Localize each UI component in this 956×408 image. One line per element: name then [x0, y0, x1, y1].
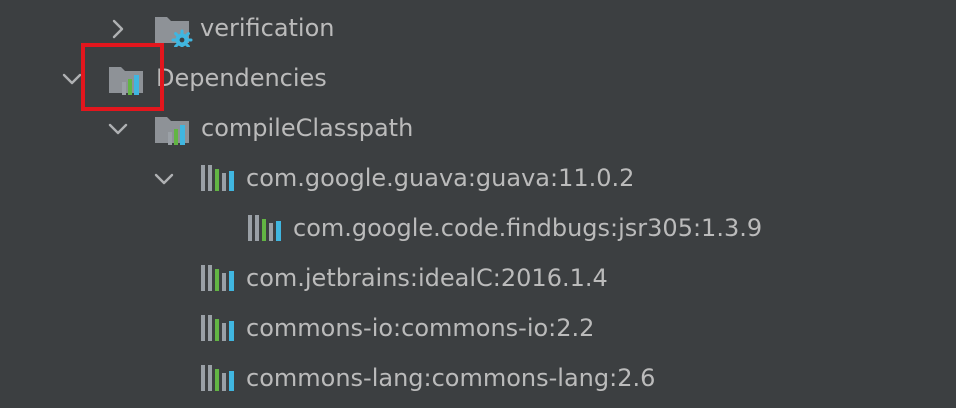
task-folder-gear-icon	[155, 17, 193, 47]
chevron-down-icon[interactable]	[151, 166, 177, 192]
tree-node-compileclasspath[interactable]: compileClasspath	[0, 104, 956, 154]
tree-node-commons-lang[interactable]: commons-lang:commons-lang:2.6	[0, 354, 956, 404]
tree-node-guava[interactable]: com.google.guava:guava:11.0.2	[0, 154, 956, 204]
tree-node-label: Dependencies	[156, 64, 327, 92]
library-icon	[201, 165, 234, 191]
tree-node-label: com.jetbrains:idealC:2016.1.4	[246, 264, 608, 292]
library-icon	[248, 215, 281, 241]
tree-node-verification[interactable]: verification	[0, 4, 956, 54]
tree-node-label: com.google.code.findbugs:jsr305:1.3.9	[293, 214, 763, 242]
dependencies-folder-icon	[109, 67, 143, 95]
dependencies-folder-icon	[155, 117, 189, 145]
chevron-right-icon[interactable]	[105, 16, 131, 42]
tree-node-label: commons-io:commons-io:2.2	[246, 314, 595, 342]
chevron-down-icon[interactable]	[59, 66, 85, 92]
tree-node-commons-io[interactable]: commons-io:commons-io:2.2	[0, 304, 956, 354]
tree-node-label: compileClasspath	[201, 114, 414, 142]
tree-node-dependencies[interactable]: Dependencies	[0, 54, 956, 104]
chevron-down-icon[interactable]	[105, 116, 131, 142]
tree-node-jsr305[interactable]: com.google.code.findbugs:jsr305:1.3.9	[0, 204, 956, 254]
tree-node-idealc[interactable]: com.jetbrains:idealC:2016.1.4	[0, 254, 956, 304]
tree-node-label: verification	[200, 14, 335, 42]
library-icon	[201, 365, 234, 391]
tree-node-label: commons-lang:commons-lang:2.6	[246, 364, 656, 392]
tree-node-label: com.google.guava:guava:11.0.2	[246, 164, 635, 192]
dependencies-tree: verification Dependencies compileClasspa…	[0, 0, 956, 408]
library-icon	[201, 265, 234, 291]
library-icon	[201, 315, 234, 341]
